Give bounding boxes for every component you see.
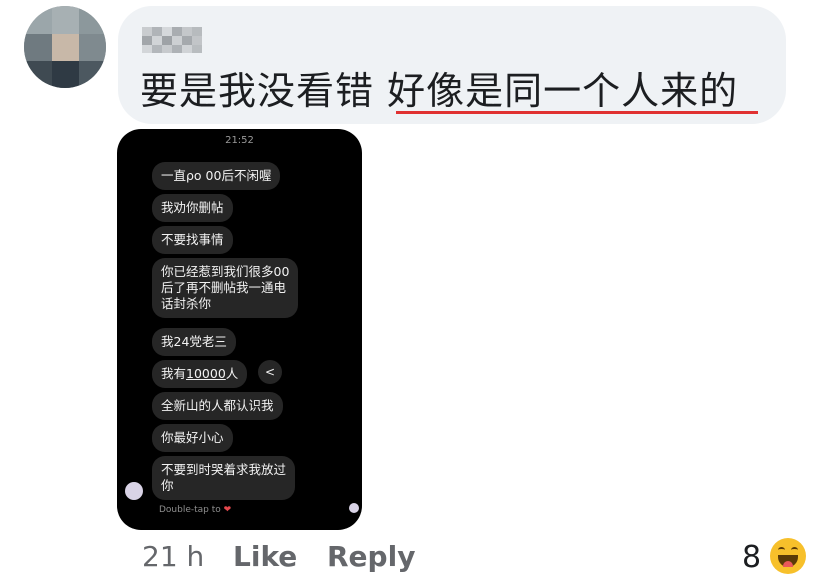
comment-text: 要是我没看错 好像是同一个人来的 bbox=[140, 66, 738, 116]
attached-screenshot[interactable]: 21:52 一直ρo 00后不闲喔 我劝你删帖 不要找事情 你已经惹到我们很多0… bbox=[117, 129, 362, 530]
message-bubble: 不要到时哭着求我放过 你 bbox=[152, 456, 296, 500]
message-bubble: 我劝你删帖 bbox=[152, 194, 233, 222]
reply-button[interactable]: Reply bbox=[327, 540, 415, 573]
comment-text-plain: 要是我没看错 bbox=[140, 69, 388, 113]
reaction-count[interactable]: 8 bbox=[742, 540, 761, 575]
screenshot-clock: 21:52 bbox=[225, 135, 254, 146]
commenter-name-blurred[interactable] bbox=[142, 27, 204, 53]
message-suffix: 人 bbox=[225, 366, 239, 381]
message-link[interactable]: 10000 bbox=[186, 366, 226, 381]
message-bubble: 不要找事情 bbox=[152, 226, 233, 254]
comment-timestamp[interactable]: 21 h bbox=[142, 540, 204, 573]
share-icon[interactable]: < bbox=[258, 360, 282, 384]
message-bubble: 一直ρo 00后不闲喔 bbox=[152, 162, 281, 190]
red-underline bbox=[396, 111, 758, 114]
like-button[interactable]: Like bbox=[233, 540, 297, 573]
commenter-avatar[interactable] bbox=[24, 6, 106, 88]
message-bubble: 全新山的人都认识我 bbox=[152, 392, 283, 420]
double-tap-label: Double-tap to bbox=[159, 505, 221, 515]
message-bubble: 我24党老三 bbox=[152, 328, 236, 356]
sender-avatar bbox=[125, 482, 143, 500]
message-prefix: 我有 bbox=[161, 366, 187, 381]
message-bubble: 我有10000人 bbox=[152, 360, 248, 388]
message-bubble: 你已经惹到我们很多00 后了再不删帖我一通电 话封杀你 bbox=[152, 258, 299, 318]
heart-icon: ❤ bbox=[223, 505, 232, 515]
message-bubble: 你最好小心 bbox=[152, 424, 233, 452]
haha-emoji-icon[interactable] bbox=[770, 538, 806, 574]
seen-avatar bbox=[349, 503, 359, 513]
comment-text-underlined: 好像是同一个人来的 bbox=[387, 69, 739, 113]
double-tap-hint: Double-tap to ❤ bbox=[159, 505, 231, 515]
